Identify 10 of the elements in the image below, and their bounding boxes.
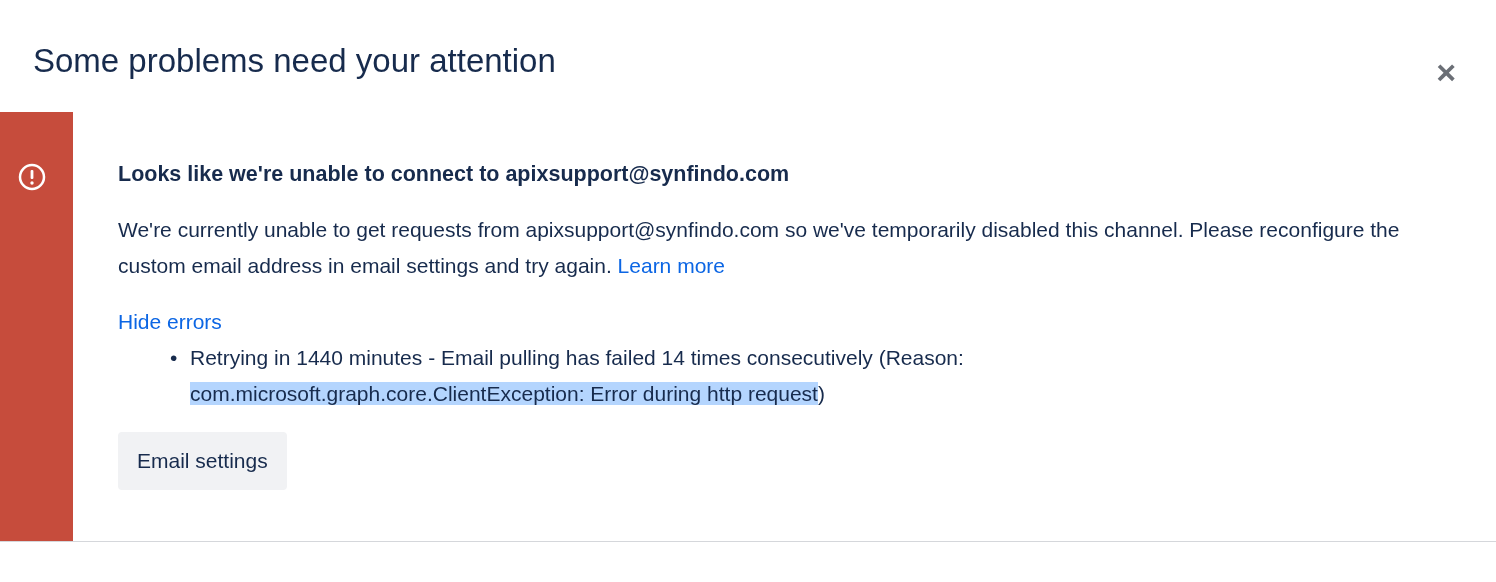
error-detail: Retrying in 1440 minutes - Email pulling has failed 14 times consecutively (Reason: com.microsoft.graph.core.ClientException: Error during http request) — [190, 345, 965, 407]
dialog-title: Some problems need your attention — [33, 41, 556, 81]
error-message: We're currently unable to get requests from apixsupport@synfindo.com so we've temporarily disabled this channel. Please reconfigure the custom email address in email settings and try again. Learn more — [118, 217, 1401, 279]
learn-more-link[interactable]: Learn more — [617, 254, 725, 277]
email-settings-button[interactable]: Email settings — [118, 432, 287, 490]
bullet: • — [170, 345, 179, 371]
error-heading: Looks like we're unable to connect to apixsupport@synfindo.com — [118, 161, 791, 188]
close-button[interactable]: × — [1436, 58, 1456, 86]
warning-icon — [16, 162, 47, 192]
hide-errors-link[interactable]: Hide errors — [118, 304, 222, 340]
